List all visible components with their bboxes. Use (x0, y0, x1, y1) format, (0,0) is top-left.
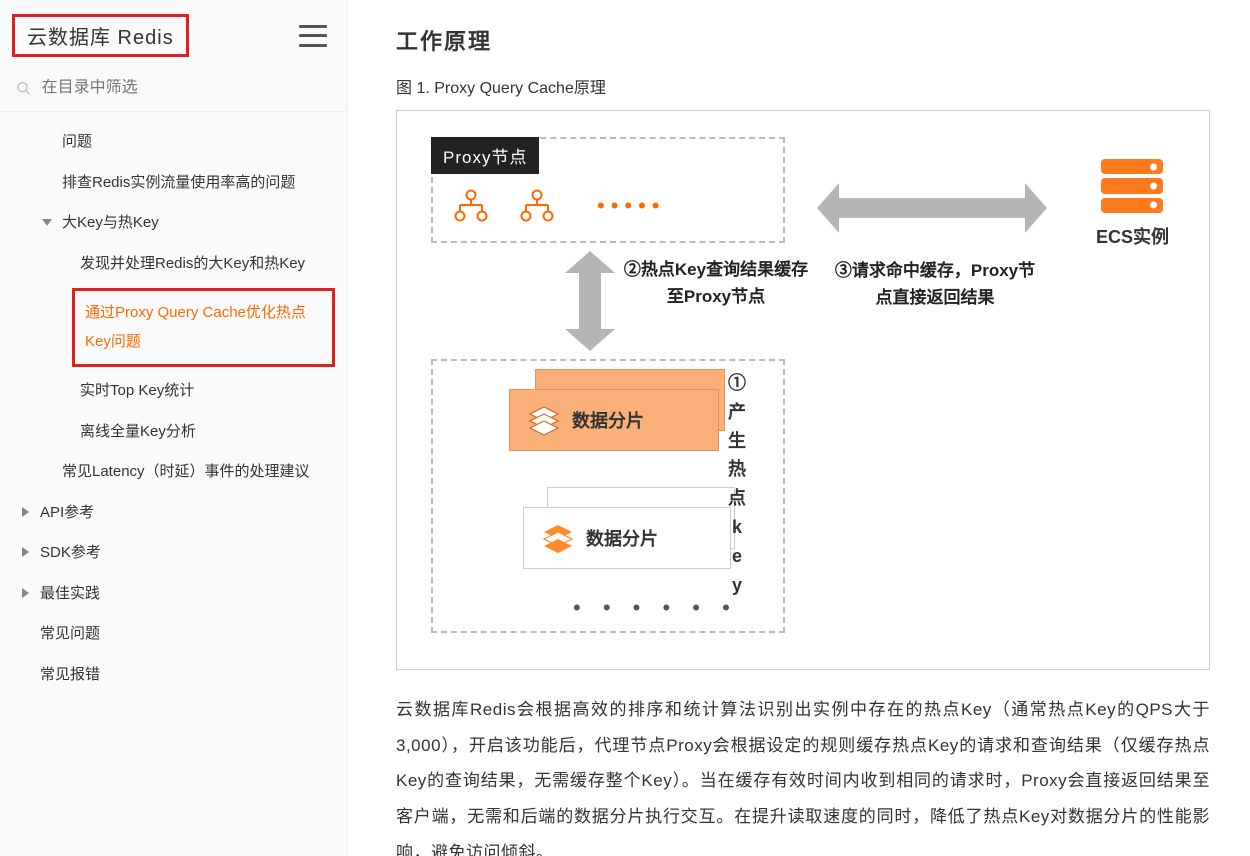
layers-icon (528, 404, 560, 436)
proxy-node-box: Proxy节点 ••••• (431, 137, 785, 243)
vertical-arrow-icon (565, 251, 615, 351)
nav-item[interactable]: 问题 (0, 122, 347, 163)
diagram: Proxy节点 ••••• (396, 110, 1210, 670)
layers-icon (542, 522, 574, 554)
ellipsis-icon: • • • • • • (573, 595, 738, 621)
figure-caption: 图 1. Proxy Query Cache原理 (396, 74, 1210, 98)
diagram-callout-1: ①产生热点key (727, 369, 747, 599)
nav-item-group[interactable]: API参考 (0, 493, 347, 534)
ecs-block: ECS实例 (1096, 159, 1169, 249)
search-row (0, 71, 347, 112)
sidebar: 云数据库 Redis 问题 排查Redis实例流量使用率高的问题 大Key与热K… (0, 0, 348, 856)
nav-item-group[interactable]: 最佳实践 (0, 574, 347, 615)
description-paragraph: 云数据库Redis会根据高效的排序和统计算法识别出实例中存在的热点Key（通常热… (396, 692, 1210, 856)
nav-item-group[interactable]: 大Key与热Key (0, 203, 347, 244)
shard-label: 数据分片 (586, 525, 658, 551)
main-content: 工作原理 图 1. Proxy Query Cache原理 Proxy节点 (348, 0, 1250, 856)
nav-item-group[interactable]: SDK参考 (0, 533, 347, 574)
diagram-callout-2: ②热点Key查询结果缓存至Proxy节点 (621, 256, 811, 310)
page-heading: 工作原理 (396, 24, 1210, 56)
shard-card-hot: 数据分片 (509, 389, 719, 451)
sidebar-title: 云数据库 Redis (12, 14, 189, 57)
ecs-label: ECS实例 (1096, 223, 1169, 249)
proxy-title: Proxy节点 (431, 137, 539, 174)
sidebar-header: 云数据库 Redis (0, 0, 347, 71)
horizontal-arrow-icon (817, 183, 1047, 233)
menu-icon[interactable] (299, 25, 327, 47)
nav-item[interactable]: 常见报错 (0, 655, 347, 696)
shard-card: 数据分片 (523, 507, 731, 569)
nav-item-selected[interactable]: 通过Proxy Query Cache优化热点Key问题 (72, 288, 335, 367)
nav-item[interactable]: 实时Top Key统计 (0, 371, 347, 412)
nav-item[interactable]: 常见Latency（时延）事件的处理建议 (0, 452, 347, 493)
proxy-instance-icon (519, 189, 555, 223)
nav-item[interactable]: 离线全量Key分析 (0, 412, 347, 453)
proxy-instance-icon (453, 189, 489, 223)
ellipsis-icon: ••••• (597, 193, 666, 219)
shard-label: 数据分片 (572, 407, 644, 433)
nav-item[interactable]: 排查Redis实例流量使用率高的问题 (0, 163, 347, 204)
nav-item[interactable]: 常见问题 (0, 614, 347, 655)
nav-list: 问题 排查Redis实例流量使用率高的问题 大Key与热Key 发现并处理Red… (0, 112, 347, 705)
ecs-server-icon (1101, 159, 1163, 213)
proxy-icons-row: ••••• (453, 189, 666, 223)
search-icon (16, 80, 32, 97)
search-input[interactable] (42, 79, 327, 97)
diagram-callout-3: ③请求命中缓存，Proxy节点直接返回结果 (829, 257, 1041, 311)
nav-item[interactable]: 发现并处理Redis的大Key和热Key (0, 244, 347, 285)
